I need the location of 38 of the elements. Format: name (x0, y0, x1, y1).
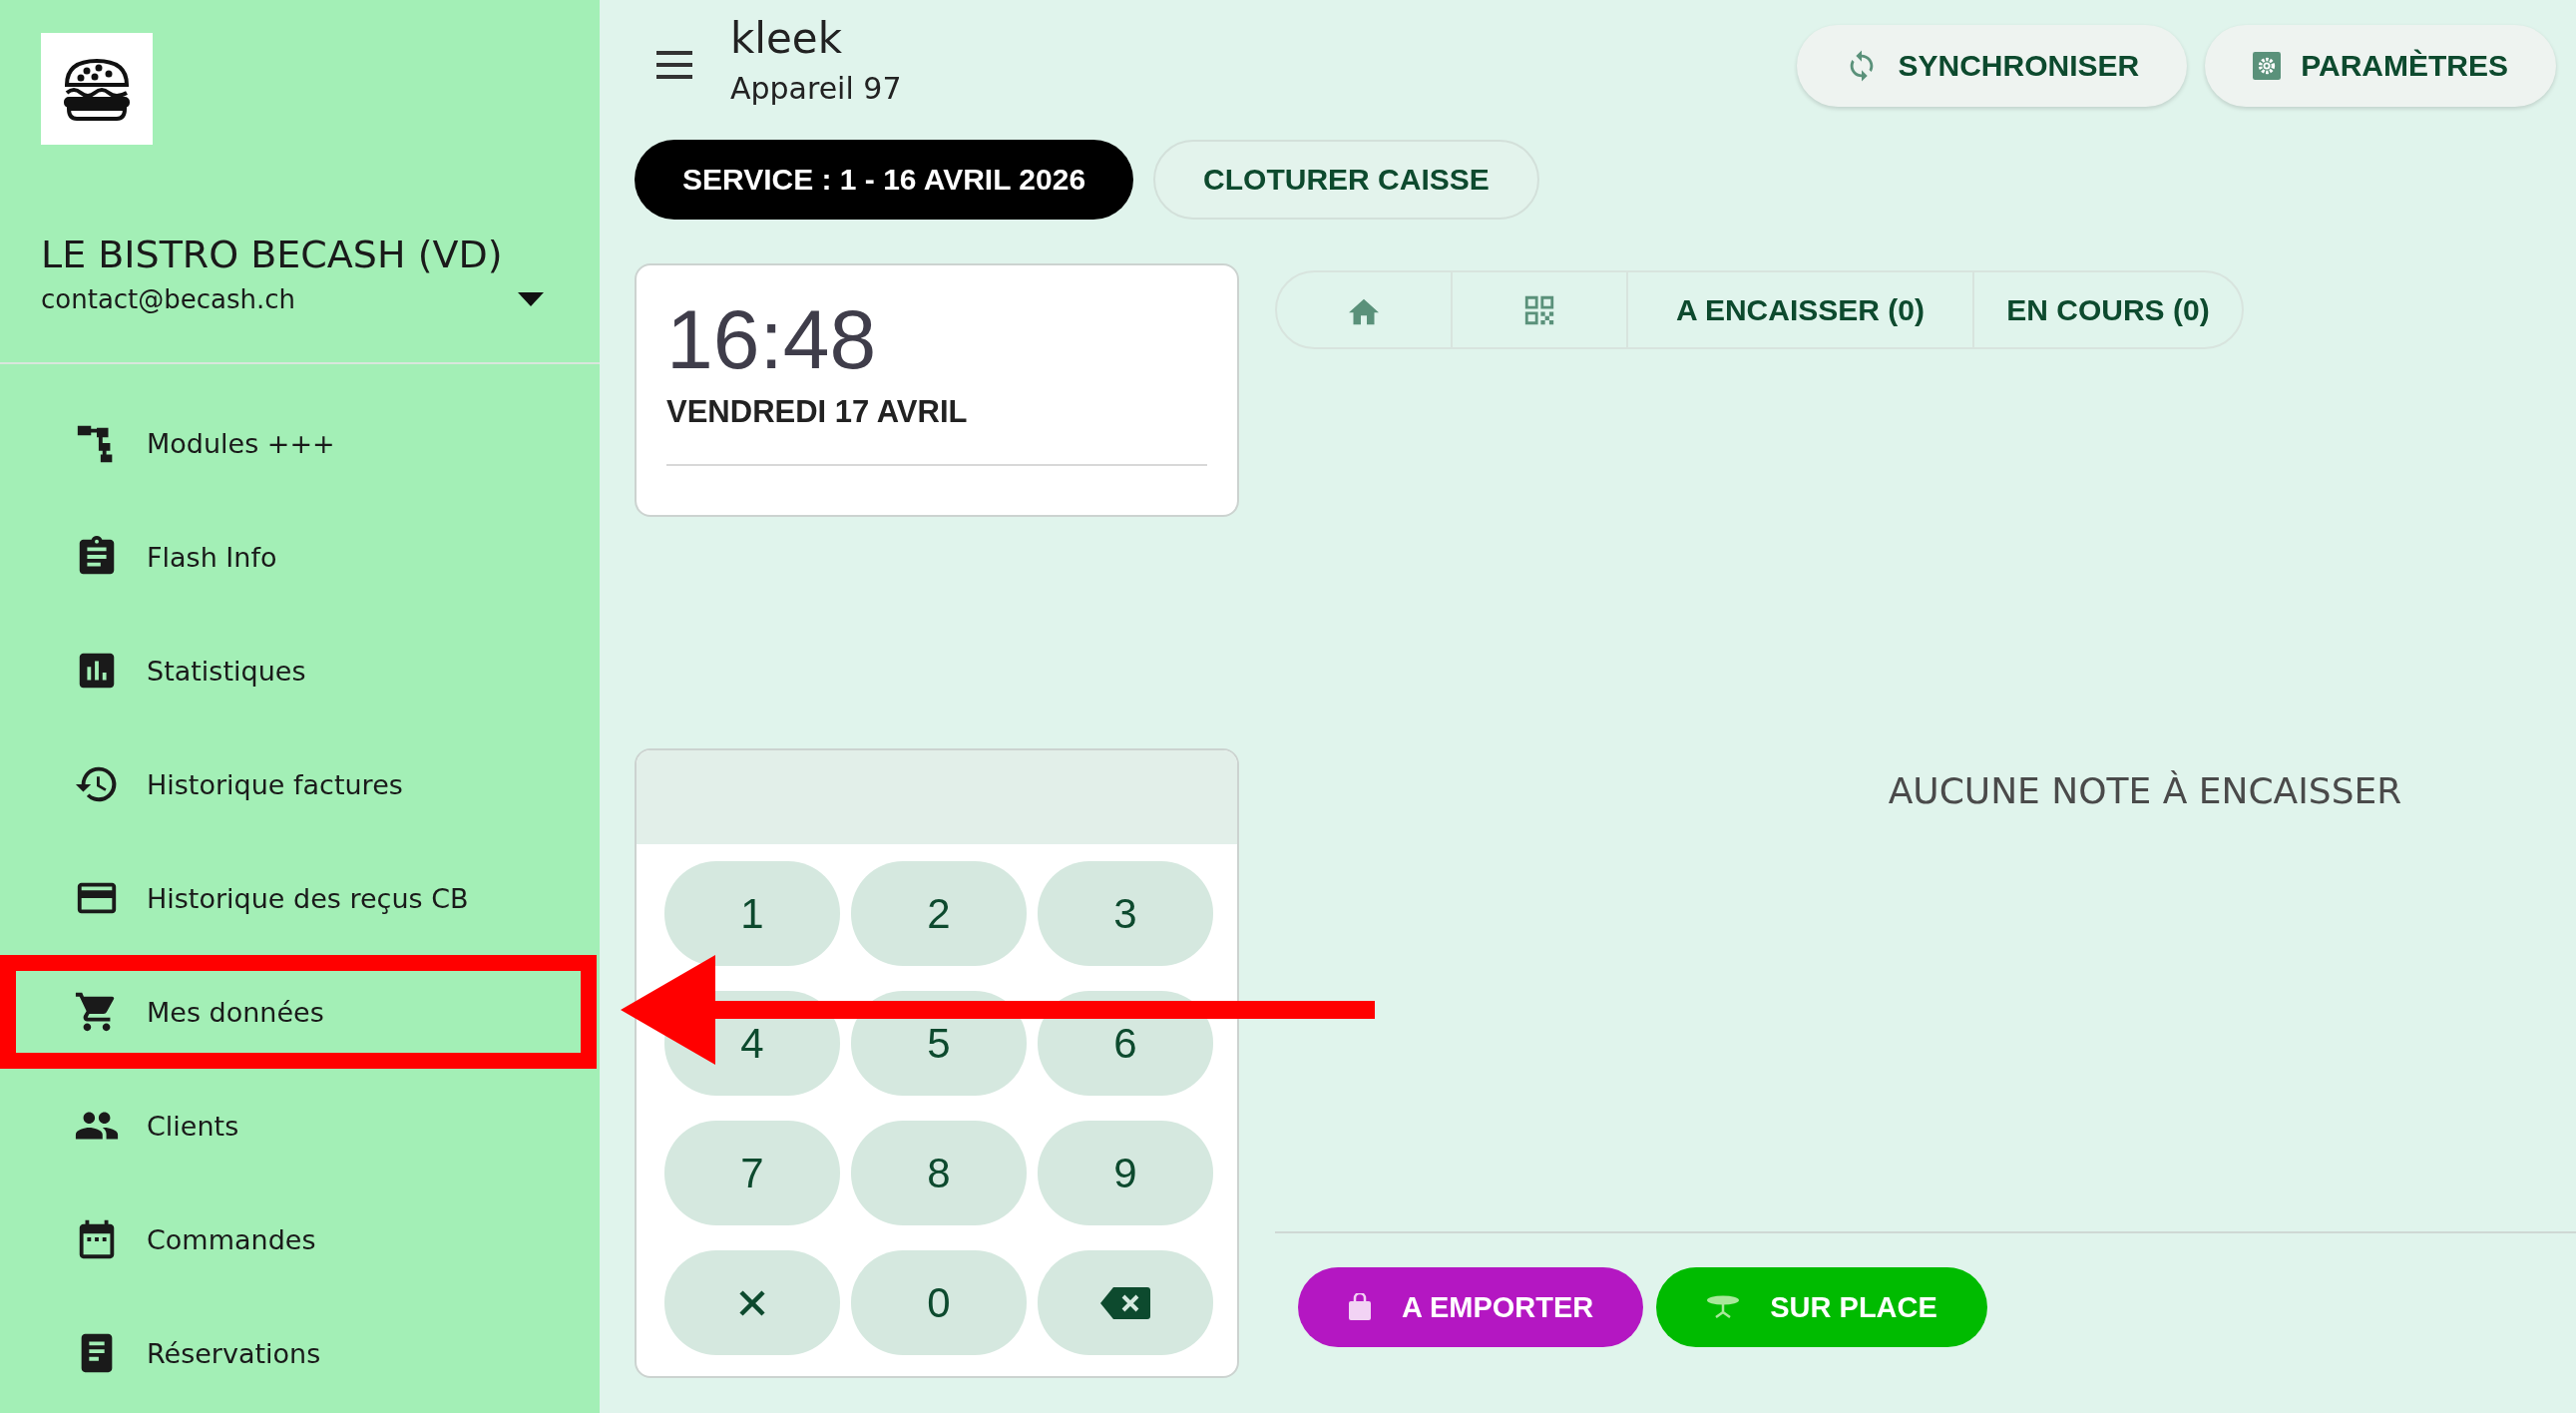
caret-icon[interactable] (518, 292, 544, 306)
backspace-icon (1099, 1285, 1151, 1320)
nav-item[interactable]: Flash Info (0, 500, 600, 614)
settings-icon (2253, 52, 2282, 80)
nav-item[interactable]: Historique des reçus CB (0, 841, 600, 955)
account-email: contact@becash.ch (41, 284, 296, 314)
close-icon (737, 1287, 767, 1318)
clock-time: 16:48 (666, 291, 878, 388)
nav-item[interactable]: Clients (0, 1069, 600, 1182)
table-icon (1706, 1295, 1741, 1319)
nav-item[interactable]: Historique factures (0, 727, 600, 841)
nav-item[interactable]: Modules +++ (0, 386, 600, 500)
shopping-bag-icon (1348, 1293, 1372, 1321)
keypad-key[interactable]: 1 (664, 861, 840, 966)
keypad-key[interactable]: 2 (851, 861, 1027, 966)
keypad-key[interactable]: 8 (851, 1121, 1027, 1225)
nav-item[interactable]: Réservations (0, 1296, 600, 1410)
keypad-key[interactable]: 7 (664, 1121, 840, 1225)
keypad-key[interactable]: 9 (1038, 1121, 1213, 1225)
device-name: Appareil 97 (730, 71, 902, 106)
sync-button[interactable]: SYNCHRONISER (1796, 25, 2188, 107)
empty-message: AUCUNE NOTE À ENCAISSER (1888, 769, 2402, 811)
clock-date: VENDREDI 17 AVRIL (666, 394, 969, 430)
tab[interactable]: A ENCAISSER (0) (1628, 272, 1974, 347)
menu-icon[interactable] (654, 50, 694, 80)
nav-item[interactable]: Statistiques (0, 614, 600, 727)
business-name: LE BISTRO BECASH (VD) (41, 233, 504, 276)
nav-item[interactable]: Mes données (0, 955, 600, 1069)
nav-item[interactable]: Commandes (0, 1182, 600, 1296)
keypad-key[interactable]: 3 (1038, 861, 1213, 966)
close-register-button[interactable]: CLOTURER CAISSE (1153, 140, 1539, 220)
service-button[interactable]: SERVICE : 1 - 16 AVRIL 2026 (635, 140, 1134, 220)
takeaway-button[interactable]: A EMPORTER (1298, 1267, 1644, 1347)
keypad-key[interactable]: 0 (851, 1250, 1027, 1355)
tab[interactable]: EN COURS (0) (1973, 272, 2242, 347)
logo-icon (41, 33, 153, 145)
settings-button[interactable]: PARAMÈTRES (2205, 25, 2556, 107)
app-title: kleek (730, 14, 843, 63)
